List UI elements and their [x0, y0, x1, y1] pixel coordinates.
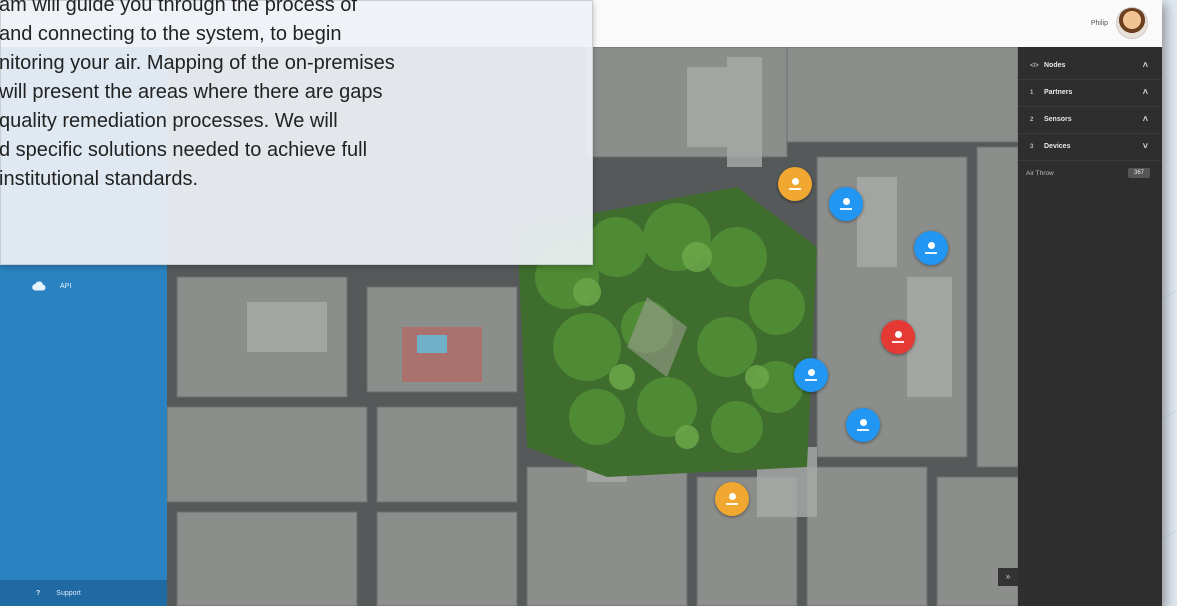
tooltip-text-line: d specific solutions needed to achieve f…	[0, 139, 368, 161]
chevron-up-icon: ˄	[1142, 114, 1148, 124]
device-row[interactable]: Air Throw 367	[1018, 165, 1162, 185]
support-button[interactable]: ? Support	[0, 580, 167, 606]
panel-section-partners[interactable]: 1 Partners ˄	[1018, 80, 1162, 107]
panel-section-sensors[interactable]: 2 Sensors ˄	[1018, 107, 1162, 134]
section-label: Sensors	[1044, 116, 1072, 123]
user-menu[interactable]: Philip	[1091, 7, 1148, 39]
tooltip-text-line: quality remediation processes. We will	[0, 110, 338, 132]
section-label: Nodes	[1044, 62, 1066, 69]
tooltip-text-line: will present the areas where there are g…	[0, 81, 383, 103]
chevron-up-icon: ˄	[1142, 60, 1148, 70]
panel-section-nodes[interactable]: </> Nodes ˄	[1018, 53, 1162, 80]
tooltip-text-line: and connecting to the system, to begin	[0, 23, 342, 45]
cloud-icon	[32, 281, 46, 291]
section-label: Devices	[1044, 143, 1071, 150]
onboarding-tooltip: am will guide you through the process of…	[0, 0, 593, 265]
question-icon: ?	[36, 589, 41, 597]
section-label: Partners	[1044, 89, 1073, 96]
device-name: Air Throw	[1026, 170, 1054, 177]
step-number: 2	[1030, 117, 1034, 123]
tooltip-text-line: am will guide you through the process of	[0, 0, 357, 16]
step-number: 1	[1030, 90, 1034, 96]
sensor-marker-normal[interactable]	[914, 231, 948, 265]
user-name: Philip	[1090, 19, 1108, 27]
sensor-marker-normal[interactable]	[829, 187, 863, 221]
sensor-marker-normal[interactable]	[846, 408, 880, 442]
device-value-badge: 367	[1127, 168, 1150, 178]
right-panel: </> Nodes ˄ 1 Partners ˄ 2 Sensors ˄ 3 D…	[1018, 47, 1162, 606]
sidebar-item-api[interactable]: API	[32, 281, 71, 291]
tooltip-text-line: institutional standards.	[0, 168, 199, 190]
step-number: 3	[1030, 144, 1034, 150]
avatar[interactable]	[1116, 7, 1148, 39]
code-icon: </>	[1030, 63, 1039, 69]
collapse-panel-button[interactable]: »	[998, 568, 1018, 586]
sidebar-item-label: API	[60, 282, 72, 290]
panel-section-devices[interactable]: 3 Devices ˅	[1018, 134, 1162, 161]
sensor-marker-normal[interactable]	[794, 358, 828, 392]
double-chevron-icon: »	[1005, 572, 1011, 581]
support-label: Support	[56, 589, 81, 597]
chevron-up-icon: ˄	[1142, 87, 1148, 97]
sensor-marker-warning[interactable]	[778, 167, 812, 201]
chevron-down-icon: ˅	[1142, 141, 1148, 151]
sensor-marker-alert[interactable]	[881, 320, 915, 354]
sensor-marker-warning[interactable]	[715, 482, 749, 516]
tooltip-text-line: nitoring your air. Mapping of the on-pre…	[0, 52, 395, 74]
